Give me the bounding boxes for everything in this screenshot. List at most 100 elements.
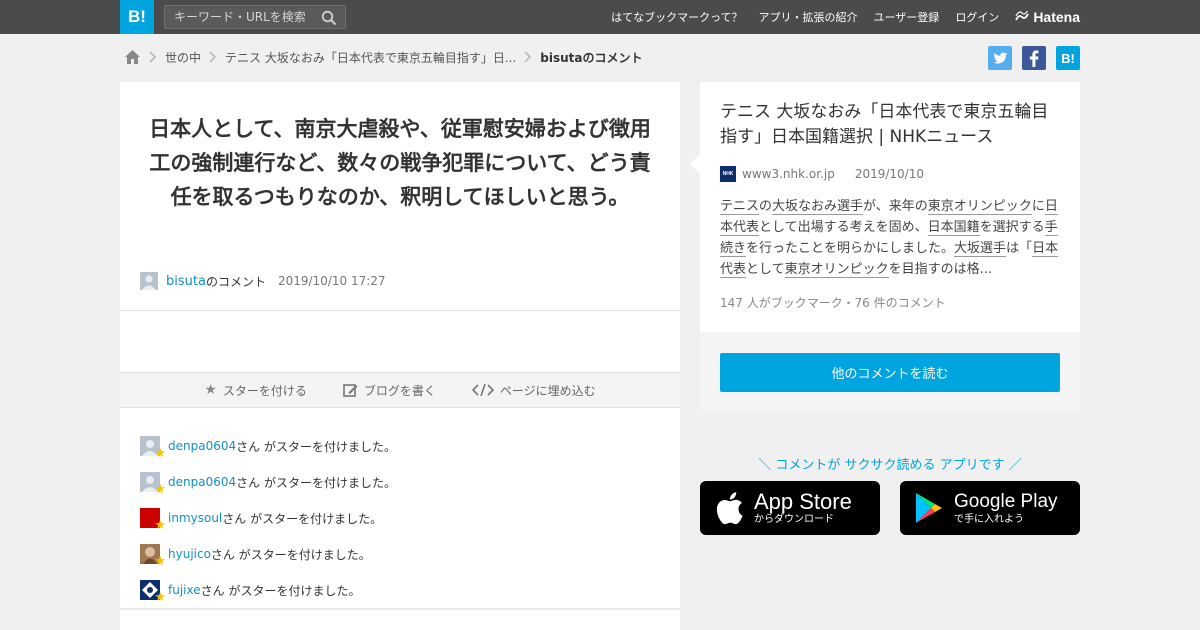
divider xyxy=(120,608,680,610)
summary-text: として出場する考えを固め、 xyxy=(759,220,928,235)
summary-text: を選択する xyxy=(979,220,1045,235)
entry-domain-link[interactable]: www3.nhk.or.jp xyxy=(742,167,835,181)
summary-text: の xyxy=(759,199,773,214)
apple-icon xyxy=(716,492,743,525)
google-play-icon xyxy=(916,493,942,523)
write-blog-button[interactable]: ブログを書く xyxy=(343,382,436,399)
summary-text: は「 xyxy=(1006,241,1033,256)
google-play-button[interactable]: Google Play で手に入れよう xyxy=(900,481,1080,535)
star-icon: ★ xyxy=(204,382,217,398)
search-input[interactable]: キーワード・URLを検索 xyxy=(164,5,346,29)
edit-icon xyxy=(343,383,358,397)
comment-timestamp: 2019/10/10 17:27 xyxy=(277,274,386,288)
hatena-bookmark-logo[interactable]: B! xyxy=(120,0,154,34)
breadcrumb-entry[interactable]: テニス 大坂なおみ「日本代表で東京五輪目指す」日... xyxy=(225,49,516,66)
avatar[interactable]: ★ xyxy=(140,580,166,604)
divider xyxy=(120,310,680,311)
keyword-link[interactable]: 東京オリンピック xyxy=(784,262,889,278)
nav-apps[interactable]: アプリ・拡張の紹介 xyxy=(759,9,858,25)
avatar[interactable] xyxy=(140,272,158,290)
avatar[interactable]: ★ xyxy=(140,508,166,532)
top-nav: はてなブックマークって？ アプリ・拡張の紹介 ユーザー登録 ログイン Haten… xyxy=(611,0,1080,34)
hatena-wave-icon xyxy=(1015,11,1030,21)
star-badge-icon: ★ xyxy=(154,446,166,461)
avatar[interactable]: ★ xyxy=(140,472,166,496)
entry-card: テニス 大坂なおみ「日本代表で東京五輪目指す」日本国籍選択 | NHKニュース … xyxy=(690,82,1080,412)
google-play-sublabel: で手に入れよう xyxy=(954,514,1024,525)
write-blog-label: ブログを書く xyxy=(363,383,436,398)
nav-register[interactable]: ユーザー登録 xyxy=(874,9,940,25)
star-user-link[interactable]: fujixe xyxy=(168,583,201,597)
embed-button[interactable]: ページに埋め込む xyxy=(471,382,596,399)
add-star-button[interactable]: ★ スターを付ける xyxy=(204,382,307,399)
star-user-suffix: さん がスターを付けました。 xyxy=(210,547,371,562)
app-store-label: App Store xyxy=(754,489,852,514)
twitter-share-button[interactable] xyxy=(988,46,1012,70)
summary-text: が、来年の xyxy=(863,199,928,214)
nav-about[interactable]: はてなブックマークって？ xyxy=(611,9,742,25)
keyword-link[interactable]: テニス xyxy=(720,199,760,215)
star-badge-icon: ★ xyxy=(154,590,166,605)
list-item: ★ hyujico さん がスターを付けました。 xyxy=(140,536,396,572)
keyword-link[interactable]: 大坂なおみ選手 xyxy=(772,199,864,215)
app-store-button[interactable]: App Store からダウンロード xyxy=(700,481,880,535)
star-user-link[interactable]: denpa0604 xyxy=(168,439,236,453)
breadcrumb-current: bisutaのコメント xyxy=(540,50,643,65)
keyword-link[interactable]: 日本国籍 xyxy=(927,220,980,236)
read-more-comments-button[interactable]: 他のコメントを読む xyxy=(720,353,1060,392)
default-user-icon xyxy=(140,272,158,290)
star-user-link[interactable]: hyujico xyxy=(168,547,211,561)
list-item: ★ fujixe さん がスターを付けました。 xyxy=(140,572,396,608)
star-user-link[interactable]: denpa0604 xyxy=(168,475,236,489)
google-play-text: Google Play で手に入れよう xyxy=(954,490,1058,526)
search-placeholder: キーワード・URLを検索 xyxy=(174,10,306,24)
entry-date: 2019/10/10 xyxy=(854,167,924,181)
code-icon xyxy=(471,383,494,397)
list-item: ★ denpa0604 さん がスターを付けました。 xyxy=(140,464,396,500)
star-user-suffix: さん がスターを付けました。 xyxy=(236,439,396,454)
avatar[interactable]: ★ xyxy=(140,544,166,568)
facebook-icon xyxy=(1029,49,1039,67)
app-store-sublabel: からダウンロード xyxy=(754,514,834,525)
keyword-link[interactable]: 大坂選手 xyxy=(954,241,1007,257)
comment-action-bar: ★ スターを付ける ブログを書く ページに埋め込む xyxy=(120,372,680,408)
star-user-suffix: さん がスターを付けました。 xyxy=(200,583,361,598)
star-badge-icon: ★ xyxy=(154,554,166,569)
breadcrumb-category[interactable]: 世の中 xyxy=(165,49,201,66)
hatena-brand-label: Hatena xyxy=(1033,9,1080,25)
embed-label: ページに埋め込む xyxy=(499,383,596,398)
star-user-suffix: さん がスターを付けました。 xyxy=(236,475,396,490)
app-store-text: App Store からダウンロード xyxy=(754,490,852,526)
hatena-bookmark-share-button[interactable]: B! xyxy=(1056,46,1080,70)
share-buttons: B! xyxy=(988,46,1080,70)
list-item: ★ denpa0604 さん がスターを付けました。 xyxy=(140,428,396,464)
chevron-right-icon xyxy=(524,51,532,63)
comment-user-link[interactable]: bisuta xyxy=(166,274,206,289)
search-icon[interactable] xyxy=(321,10,337,26)
top-bar: B! キーワード・URLを検索 はてなブックマークって？ アプリ・拡張の紹介 ユ… xyxy=(0,0,1200,34)
entry-title-link[interactable]: テニス 大坂なおみ「日本代表で東京五輪目指す」日本国籍選択 | NHKニュース xyxy=(720,100,1065,150)
summary-text: として xyxy=(746,262,785,277)
star-user-link[interactable]: inmysoul xyxy=(168,511,222,525)
google-play-label: Google Play xyxy=(954,491,1058,512)
comment-text: 日本人として、南京大虐殺や、従軍慰安婦および徴用工の強制連行など、数々の戦争犯罪… xyxy=(149,117,651,209)
star-badge-icon: ★ xyxy=(154,518,166,533)
app-promo-tagline: ＼ コメントが サクサク読める アプリです ／ xyxy=(758,458,1022,473)
chevron-right-icon xyxy=(149,51,157,63)
list-item: ★ inmysoul さん がスターを付けました。 xyxy=(140,500,396,536)
comment-meta: bisuta のコメント 2019/10/10 17:27 xyxy=(140,271,386,291)
summary-text: を行ったことを明らかにしました。 xyxy=(746,241,955,256)
home-icon[interactable] xyxy=(124,49,141,65)
entry-footer: 他のコメントを読む xyxy=(700,332,1080,412)
summary-text: に xyxy=(1031,199,1045,214)
hatena-brand-link[interactable]: Hatena xyxy=(1015,9,1080,25)
comment-card: 日本人として、南京大虐殺や、従軍慰安婦および徴用工の強制連行など、数々の戦争犯罪… xyxy=(120,82,680,630)
facebook-share-button[interactable] xyxy=(1022,46,1046,70)
breadcrumb: 世の中 テニス 大坂なおみ「日本代表で東京五輪目指す」日... bisutaのコ… xyxy=(124,47,643,67)
keyword-link[interactable]: 東京オリンピック xyxy=(927,199,1032,215)
nav-login[interactable]: ログイン xyxy=(955,9,999,25)
star-list: ★ denpa0604 さん がスターを付けました。 ★ denpa0604 さ… xyxy=(140,428,396,608)
nhk-favicon-icon: NHK xyxy=(720,166,736,182)
avatar[interactable]: ★ xyxy=(140,436,166,460)
summary-text: を目指すのは格... xyxy=(888,262,993,277)
